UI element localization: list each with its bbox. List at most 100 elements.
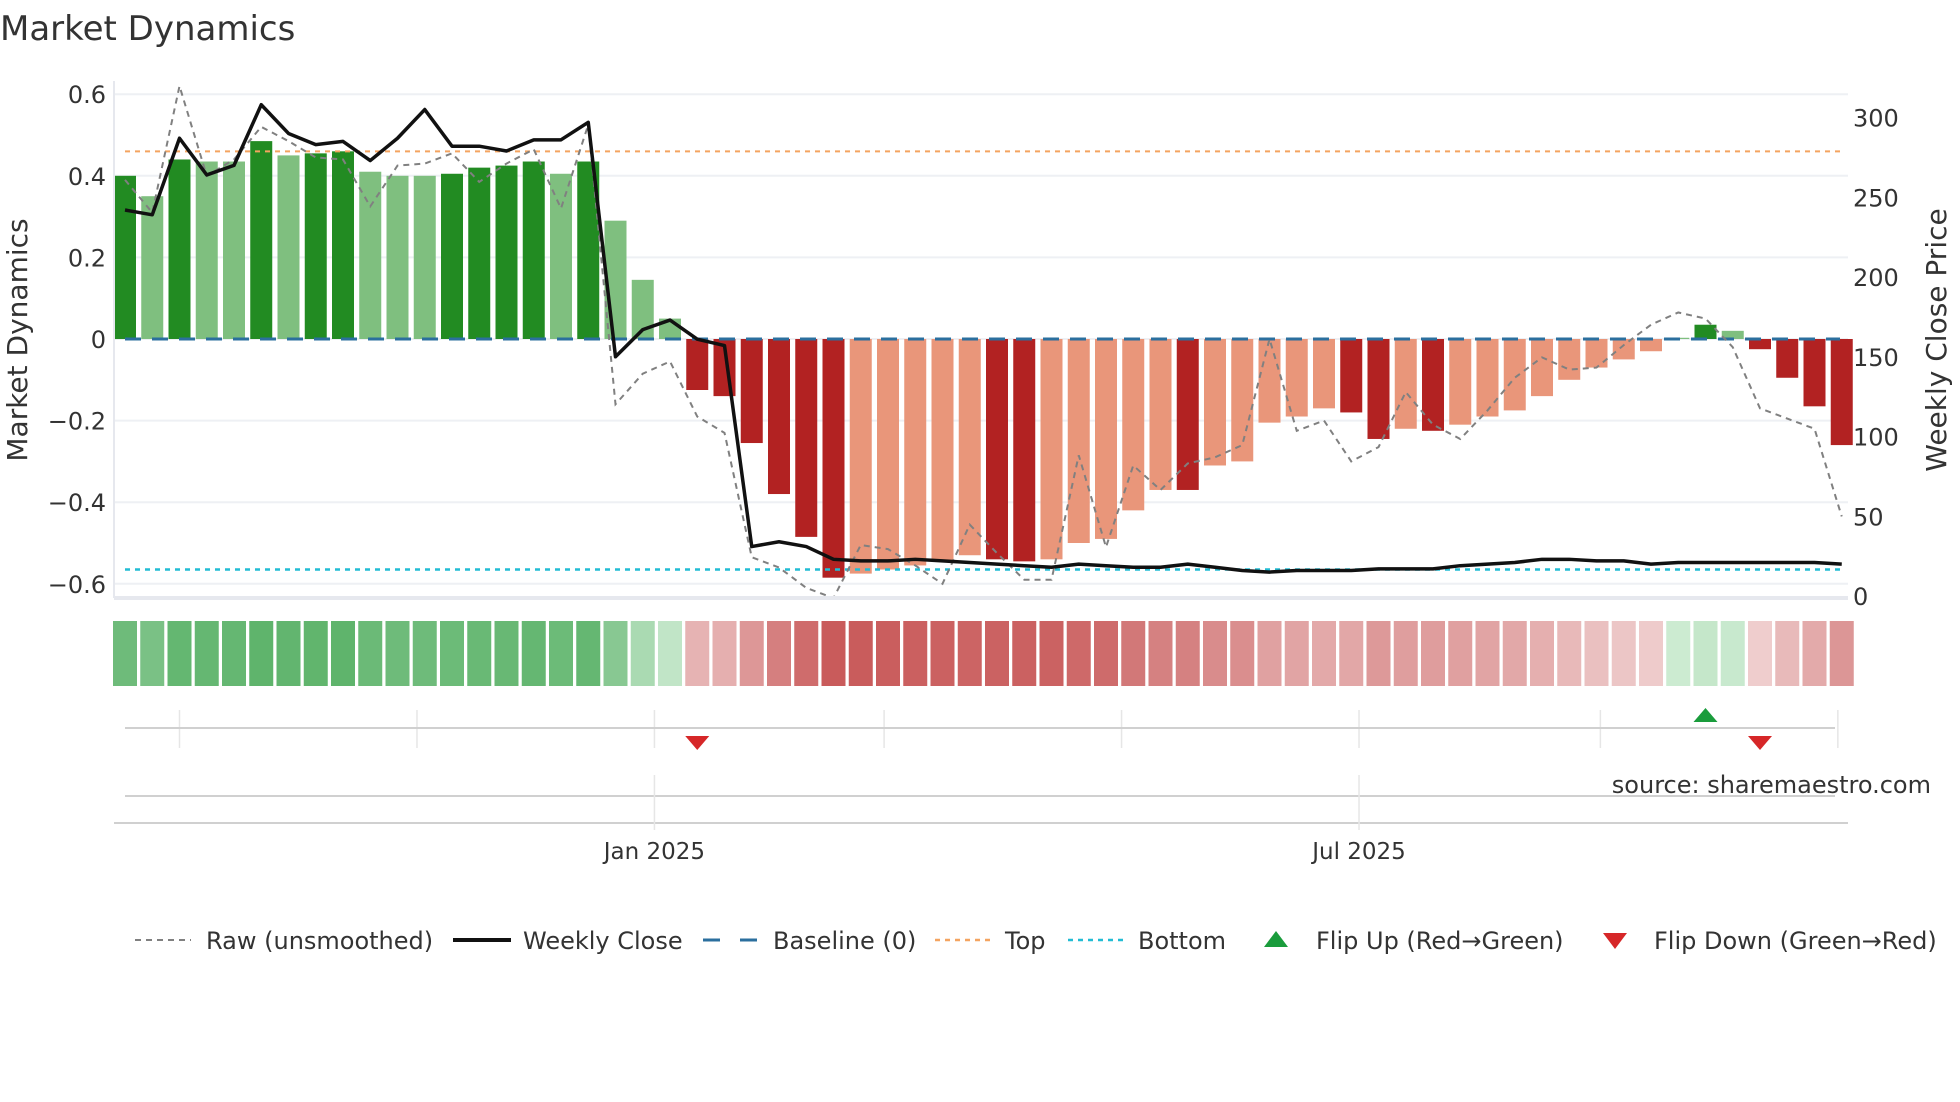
heat-strip-cell bbox=[794, 621, 819, 686]
y-tick-label: 0 bbox=[91, 326, 106, 354]
bar bbox=[495, 165, 518, 339]
heat-strip-cell bbox=[985, 621, 1009, 686]
bar bbox=[550, 173, 572, 339]
heat-strip-cell bbox=[1121, 621, 1146, 686]
heat-strip-cell bbox=[1639, 621, 1663, 686]
heat-strip-cell bbox=[222, 621, 246, 686]
bar bbox=[114, 175, 136, 339]
bar bbox=[931, 339, 954, 562]
heat-strip-cell bbox=[930, 621, 955, 686]
legend-flip-down-icon bbox=[1603, 933, 1627, 949]
bar bbox=[1340, 339, 1363, 413]
bar bbox=[386, 175, 409, 339]
heat-strip-cell bbox=[821, 621, 846, 686]
bar bbox=[795, 339, 818, 537]
heat-strip-cell bbox=[1611, 621, 1636, 686]
heat-strip-cell bbox=[1203, 621, 1227, 686]
legend-flip-up-icon bbox=[1264, 931, 1288, 947]
heat-strip-cell bbox=[1502, 621, 1527, 686]
heat-strip-cell bbox=[1039, 621, 1064, 686]
bar bbox=[1040, 339, 1063, 560]
heat-strip-cell bbox=[1421, 621, 1445, 686]
bar bbox=[740, 339, 763, 444]
heat-strip-cell bbox=[1530, 621, 1554, 686]
x-tick-label: Jul 2025 bbox=[1310, 839, 1406, 865]
heat-strip-cell bbox=[848, 621, 873, 686]
heat-strip-cell bbox=[385, 621, 410, 686]
bar bbox=[1122, 339, 1145, 511]
bar bbox=[904, 339, 927, 566]
legend-label: Raw (unsmoothed) bbox=[206, 927, 433, 955]
bar bbox=[1313, 339, 1335, 409]
flip-up-marker bbox=[1693, 708, 1718, 722]
heat-strip-cell bbox=[739, 621, 764, 686]
y2-tick-label: 150 bbox=[1853, 344, 1899, 372]
heat-strip-cell bbox=[1366, 621, 1391, 686]
bar bbox=[250, 141, 273, 339]
bar bbox=[1558, 339, 1581, 380]
heat-strip-cell bbox=[957, 621, 982, 686]
heat-strip-cell bbox=[1066, 621, 1091, 686]
heat-strip-cell bbox=[1775, 621, 1800, 686]
source-note: source: sharemaestro.com bbox=[1612, 771, 1931, 799]
heat-strip-cell bbox=[576, 621, 601, 686]
bar bbox=[1776, 339, 1799, 378]
heat-strip-cell bbox=[113, 621, 137, 686]
bar bbox=[223, 161, 245, 339]
heat-strip bbox=[113, 621, 1854, 686]
lines bbox=[124, 82, 1843, 600]
bar bbox=[1149, 339, 1172, 490]
heat-strip-cell bbox=[494, 621, 519, 686]
reference-lines bbox=[125, 150, 1840, 571]
bar bbox=[1422, 339, 1444, 431]
heat-strip-cell bbox=[194, 621, 219, 686]
bar bbox=[1067, 339, 1090, 543]
bar bbox=[958, 339, 981, 556]
heat-strip-cell bbox=[1557, 621, 1582, 686]
bar bbox=[1258, 339, 1281, 423]
bar bbox=[168, 159, 191, 339]
heat-strip-cell bbox=[167, 621, 192, 686]
heat-strip-cell bbox=[1012, 621, 1037, 686]
bar bbox=[1585, 339, 1608, 368]
bar bbox=[277, 155, 300, 339]
flip-down-marker bbox=[1748, 736, 1772, 750]
y2-tick-label: 250 bbox=[1853, 184, 1899, 212]
y2-tick-label: 50 bbox=[1853, 503, 1884, 531]
bar bbox=[359, 171, 382, 339]
legend-label: Bottom bbox=[1138, 927, 1226, 955]
heat-strip-cell bbox=[440, 621, 464, 686]
bar bbox=[1013, 339, 1036, 562]
bar bbox=[1830, 339, 1853, 446]
heat-strip-cell bbox=[876, 621, 900, 686]
bar bbox=[986, 339, 1008, 560]
heat-strip-cell bbox=[903, 621, 928, 686]
y-tick-label: −0.2 bbox=[48, 408, 106, 436]
y2-tick-label: 200 bbox=[1853, 264, 1899, 292]
legend-label: Top bbox=[1004, 927, 1046, 955]
heat-strip-cell bbox=[140, 621, 165, 686]
y2-tick-label: 0 bbox=[1853, 583, 1868, 611]
bar bbox=[441, 173, 463, 339]
heat-strip-cell bbox=[331, 621, 355, 686]
bar bbox=[849, 339, 872, 574]
heat-strip-cell bbox=[1339, 621, 1364, 686]
heat-strip-cell bbox=[1257, 621, 1282, 686]
bar bbox=[1095, 339, 1117, 539]
heat-strip-cell bbox=[467, 621, 492, 686]
heat-strip-cell bbox=[1393, 621, 1418, 686]
bar bbox=[413, 175, 436, 339]
legend-label: Flip Down (Green→Red) bbox=[1654, 927, 1937, 955]
legend-label: Baseline (0) bbox=[773, 927, 916, 955]
y-tick-label: 0.2 bbox=[68, 244, 106, 272]
heat-strip-cell bbox=[1230, 621, 1255, 686]
flip-down-marker bbox=[685, 736, 710, 750]
bar bbox=[141, 196, 164, 339]
heat-strip-cell bbox=[1829, 621, 1854, 686]
heat-strip-cell bbox=[549, 621, 573, 686]
legend-label: Weekly Close bbox=[523, 927, 683, 955]
y-tick-label: 0.4 bbox=[68, 163, 106, 191]
bar bbox=[877, 339, 899, 570]
chart-title: Market Dynamics bbox=[0, 9, 295, 49]
bar bbox=[822, 339, 845, 578]
